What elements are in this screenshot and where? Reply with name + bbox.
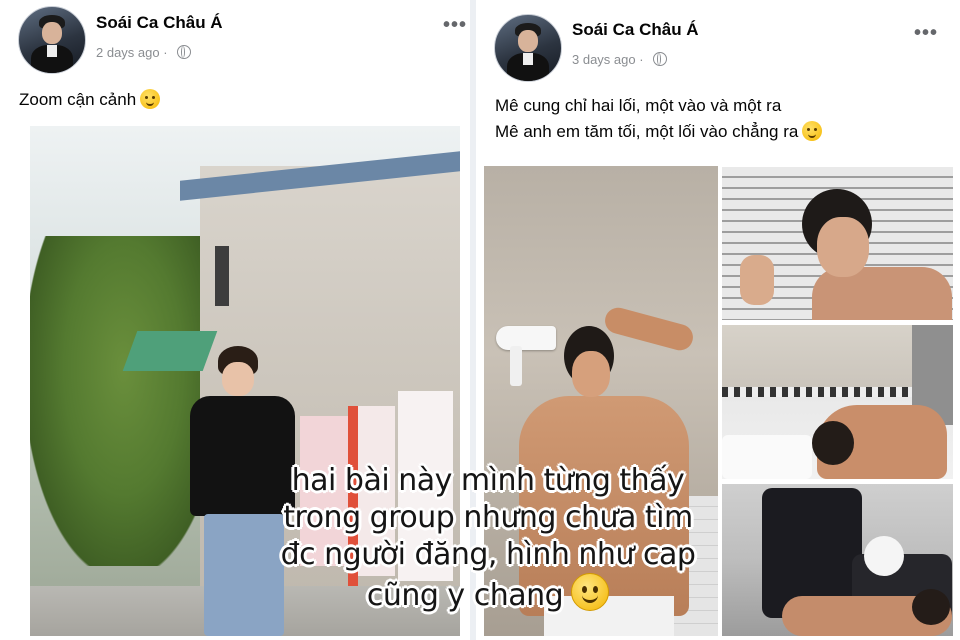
author-avatar[interactable] xyxy=(18,6,86,74)
post-time[interactable]: 2 days ago xyxy=(96,45,160,60)
slightly-smiling-face-emoji-icon xyxy=(571,573,610,611)
overlay-line: trong group nhưng chưa tìm xyxy=(283,500,693,535)
bed-photo[interactable] xyxy=(722,484,953,636)
post-time[interactable]: 3 days ago xyxy=(572,52,636,67)
caption-text: Zoom cận cảnh xyxy=(19,90,137,109)
post-caption: Mê cung chỉ hai lối, một vào và một ra M… xyxy=(495,93,823,145)
caption-line: Mê anh em tăm tối, một lối vào chẳng ra xyxy=(495,122,799,141)
hair-dryer-icon xyxy=(496,326,556,350)
more-options-icon[interactable]: ••• xyxy=(443,14,467,37)
overlay-line: cũng y chang xyxy=(366,578,564,613)
globe-icon xyxy=(177,45,192,59)
overlay-comment: hai bài này mình từng thấy trong group n… xyxy=(258,462,718,614)
globe-icon xyxy=(653,52,668,66)
photo-tree xyxy=(30,236,200,566)
post-caption: Zoom cận cảnh xyxy=(19,87,161,113)
author-name[interactable]: Soái Ca Châu Á xyxy=(572,20,699,40)
more-options-icon[interactable]: ••• xyxy=(914,22,938,45)
overlay-line: hai bài này mình từng thấy xyxy=(291,463,685,498)
post-meta: 3 days ago · xyxy=(572,52,668,67)
meta-separator: · xyxy=(639,52,644,67)
meta-separator: · xyxy=(163,45,168,60)
post-meta: 2 days ago · xyxy=(96,45,192,60)
window-blinds-photo[interactable] xyxy=(722,167,953,320)
tongue-out-face-emoji-icon xyxy=(802,121,823,141)
caption-line: Mê cung chỉ hai lối, một vào và một ra xyxy=(495,96,782,115)
bathroom-photo[interactable] xyxy=(722,325,953,479)
drooling-face-emoji-icon xyxy=(140,89,161,109)
author-avatar[interactable] xyxy=(494,14,562,82)
overlay-line: đc người đăng, hình như cap xyxy=(280,537,696,572)
author-name[interactable]: Soái Ca Châu Á xyxy=(96,13,223,33)
photo-window xyxy=(215,246,229,306)
